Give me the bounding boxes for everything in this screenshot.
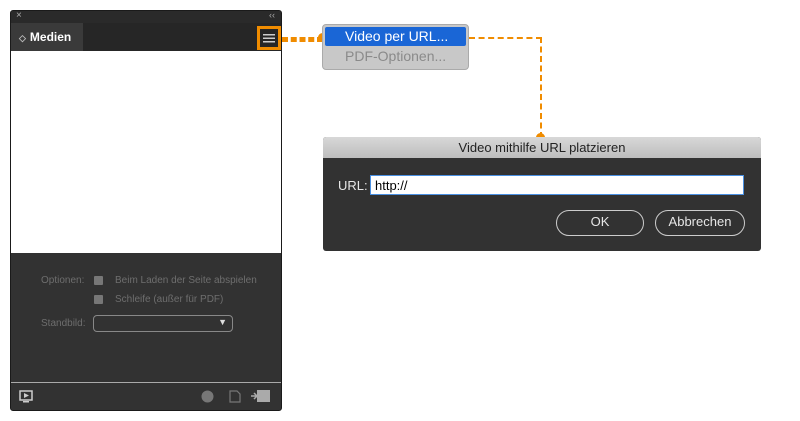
divider — [11, 382, 281, 383]
media-preview — [11, 51, 281, 253]
autoplay-checkbox[interactable] — [94, 276, 103, 285]
cancel-button[interactable]: Abbrechen — [655, 210, 745, 236]
media-panel: × ‹‹ ◇ Medien Optionen: Beim Laden der Se… — [10, 10, 282, 411]
tab-label: Medien — [29, 30, 72, 44]
options-label: Optionen: — [41, 275, 85, 286]
expand-icon: ◇ — [19, 33, 26, 43]
preview-icon[interactable] — [19, 390, 33, 403]
panel-title-bar: × ‹‹ — [11, 11, 281, 23]
poster-select[interactable]: ▼ — [93, 315, 233, 332]
tab-medien[interactable]: ◇ Medien — [11, 23, 83, 51]
url-label: URL: — [338, 178, 368, 193]
hamburger-icon — [263, 33, 275, 42]
close-icon[interactable]: × — [16, 11, 22, 21]
collapse-icon[interactable]: ‹‹ — [269, 11, 275, 20]
poster-label: Standbild: — [41, 318, 86, 329]
loop-checkbox[interactable] — [94, 295, 103, 304]
loop-label: Schleife (außer für PDF) — [115, 294, 224, 305]
chevron-down-icon: ▼ — [218, 317, 227, 327]
tab-row: ◇ Medien — [11, 23, 281, 51]
panel-menu-popup: Video per URL... PDF-Optionen... — [322, 24, 469, 70]
globe-icon[interactable] — [201, 390, 214, 403]
place-video-icon[interactable] — [251, 389, 271, 403]
panel-menu-button[interactable] — [257, 26, 281, 50]
url-input[interactable] — [370, 175, 744, 195]
menu-item-pdf-options: PDF-Optionen... — [345, 48, 447, 64]
place-video-dialog: Video mithilfe URL platzieren URL: OK Ab… — [323, 137, 761, 251]
pdf-icon[interactable] — [229, 390, 241, 403]
ok-button[interactable]: OK — [556, 210, 644, 236]
dialog-title: Video mithilfe URL platzieren — [323, 137, 761, 158]
menu-item-video-url[interactable]: Video per URL... — [325, 27, 466, 46]
autoplay-label: Beim Laden der Seite abspielen — [115, 275, 257, 286]
connector-line — [282, 37, 323, 42]
connector-line — [469, 37, 542, 138]
